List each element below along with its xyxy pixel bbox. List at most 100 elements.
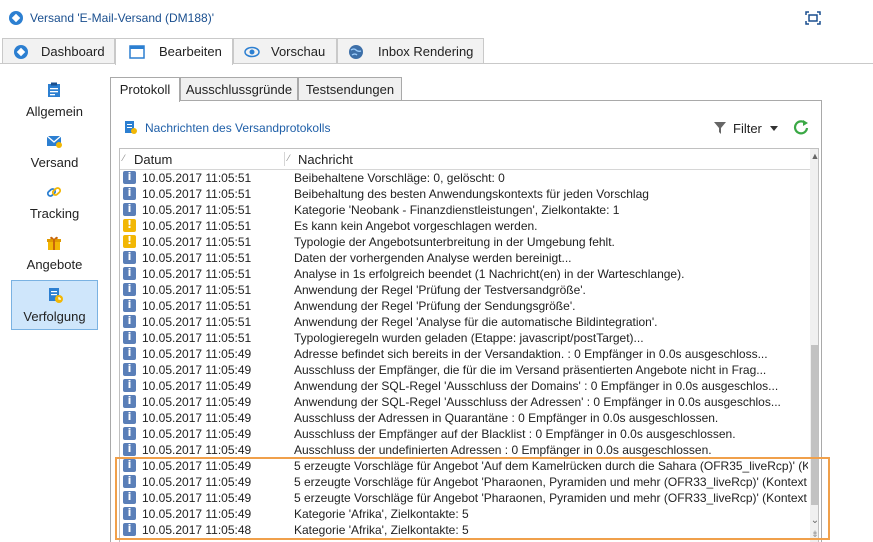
envelope-icon [46,135,62,148]
row-message: Ausschluss der Empfänger auf der Blackli… [294,427,736,441]
sidebar-item-allgemein[interactable]: Allgemein [11,76,98,126]
table-row[interactable]: i 10.05.2017 11:05:49 Ausschluss der undef… [120,442,808,458]
info-icon: i [123,410,136,424]
sub-tab-bar: Protokoll Ausschlussgründe Testsendungen [110,77,820,102]
table-row[interactable]: i 10.05.2017 11:05:49 Anwendung der SQL-Re… [120,394,808,410]
maximize-icon[interactable] [805,11,821,25]
table-row[interactable]: i 10.05.2017 11:05:49 Kategorie 'Afrika', … [120,506,808,522]
info-icon: i [123,202,136,216]
tab-testsendungen[interactable]: Testsendungen [298,77,402,100]
table-row[interactable]: i 10.05.2017 11:05:48 Kategorie 'Afrika', … [120,522,808,538]
tracking-log-icon [49,288,63,303]
tab-label: Inbox Rendering [378,44,474,59]
info-icon: i [123,426,136,440]
row-message: Daten der vorhergenden Analyse werden be… [294,251,572,265]
row-message: Ausschluss der undefinierten Adressen : … [294,443,712,457]
table-row[interactable]: ! 10.05.2017 11:05:51 Es kann kein Angebot… [120,218,808,234]
scroll-down-icon[interactable]: ⌄ [810,515,818,527]
info-icon: i [123,490,136,504]
scroll-thumb[interactable] [811,345,818,505]
row-date: 10.05.2017 11:05:51 [142,299,252,313]
table-row[interactable]: i 10.05.2017 11:05:49 Ausschluss der Empfä… [120,426,808,442]
column-header-nachricht[interactable]: Nachricht [298,152,353,167]
row-message: 5 erzeugte Vorschläge für Angebot 'Phara… [294,491,808,505]
vertical-scrollbar[interactable]: ▲ ⌄ ⇟ [810,149,818,542]
warning-icon: ! [123,234,136,248]
sidebar-item-versand[interactable]: Versand [11,127,98,177]
table-row[interactable]: ! 10.05.2017 11:05:51 Typologie der Angebo… [120,234,808,250]
row-message: Anwendung der Regel 'Analyse für die aut… [294,315,658,329]
table-row[interactable]: i 10.05.2017 11:05:49 5 erzeugte Vorschläg… [120,474,808,490]
info-icon: i [123,378,136,392]
table-row[interactable]: i 10.05.2017 11:05:51 Typologieregeln wurd… [120,330,808,346]
table-row[interactable]: i 10.05.2017 11:05:51 Kategorie 'Neobank -… [120,202,808,218]
clipboard-icon [48,82,60,97]
refresh-icon[interactable] [792,118,810,136]
sidebar-item-label: Angebote [26,257,83,272]
sidebar-item-tracking[interactable]: Tracking [11,178,98,228]
table-row[interactable]: i 10.05.2017 11:05:51 Anwendung der Regel … [120,282,808,298]
tab-label: Dashboard [41,44,105,59]
row-message: Adresse befindet sich bereits in der Ver… [294,347,768,361]
row-date: 10.05.2017 11:05:49 [142,459,252,473]
title-bar: Versand 'E-Mail-Versand (DM188)' [0,0,873,38]
tab-protokoll[interactable]: Protokoll [110,77,180,102]
dashboard-icon [14,45,28,59]
sidebar-item-label: Versand [30,155,79,170]
table-row[interactable]: i 10.05.2017 11:05:49 Adresse befindet sic… [120,346,808,362]
row-message: Anwendung der SQL-Regel 'Ausschluss der … [294,395,781,409]
row-message: 5 erzeugte Vorschläge für Angebot 'Auf d… [294,459,808,473]
row-date: 10.05.2017 11:05:49 [142,427,252,441]
column-divider[interactable] [284,152,285,166]
row-message: Kategorie 'Afrika', Zielkontakte: 5 [294,523,469,537]
table-row[interactable]: i 10.05.2017 11:05:49 5 erzeugte Vorschläg… [120,458,808,474]
info-icon: i [123,474,136,488]
row-date: 10.05.2017 11:05:49 [142,475,252,489]
table-row[interactable]: i 10.05.2017 11:05:51 Anwendung der Regel … [120,314,808,330]
sidebar-item-angebote[interactable]: Angebote [11,229,98,279]
table-row[interactable]: i 10.05.2017 11:05:51 Beibehaltene Vorschl… [120,170,808,186]
info-icon: i [123,266,136,280]
sidebar-item-label: Allgemein [25,104,84,119]
row-date: 10.05.2017 11:05:51 [142,203,252,217]
log-rows: i 10.05.2017 11:05:51 Beibehaltene Vorschl… [120,170,808,538]
column-header-datum[interactable]: Datum [134,152,172,167]
table-row[interactable]: i 10.05.2017 11:05:49 Ausschluss der Empfä… [120,362,808,378]
sort-indicator-icon: ⁄ [123,153,125,163]
tab-vorschau[interactable]: Vorschau [233,38,337,63]
tab-ausschlussgruende[interactable]: Ausschlussgründe [180,77,298,100]
table-row[interactable]: i 10.05.2017 11:05:51 Daten der vorhergend… [120,250,808,266]
row-date: 10.05.2017 11:05:51 [142,251,252,265]
info-icon: i [123,458,136,472]
row-date: 10.05.2017 11:05:51 [142,187,252,201]
sidebar-item-verfolgung[interactable]: Verfolgung [11,280,98,330]
filter-icon [714,122,726,134]
tab-dashboard[interactable]: Dashboard [2,38,115,63]
table-row[interactable]: i 10.05.2017 11:05:49 5 erzeugte Vorschläg… [120,490,808,506]
scroll-top-icon[interactable]: ▲ [810,151,818,161]
app-logo-icon [9,11,23,25]
table-header: ⁄ Datum ⁄ Nachricht [120,149,810,170]
row-date: 10.05.2017 11:05:49 [142,443,252,457]
info-icon: i [123,282,136,296]
row-message: Beibehaltene Vorschläge: 0, gelöscht: 0 [294,171,505,185]
row-date: 10.05.2017 11:05:51 [142,267,252,281]
row-date: 10.05.2017 11:05:51 [142,315,252,329]
table-row[interactable]: i 10.05.2017 11:05:51 Anwendung der Regel … [120,298,808,314]
info-icon: i [123,186,136,200]
scroll-end-icon[interactable]: ⇟ [810,529,818,541]
table-row[interactable]: i 10.05.2017 11:05:51 Beibehaltung des bes… [120,186,808,202]
table-row[interactable]: i 10.05.2017 11:05:49 Anwendung der SQL-Re… [120,378,808,394]
row-message: Ausschluss der Adressen in Quarantäne : … [294,411,719,425]
table-row[interactable]: i 10.05.2017 11:05:49 Ausschluss der Adres… [120,410,808,426]
info-icon: i [123,362,136,376]
table-row[interactable]: i 10.05.2017 11:05:51 Analyse in 1s erfolg… [120,266,808,282]
tab-label: Vorschau [271,44,326,59]
info-icon: i [123,442,136,456]
tab-inbox-rendering[interactable]: Inbox Rendering [337,38,484,63]
gift-icon [47,236,61,250]
tab-bearbeiten[interactable]: Bearbeiten [115,38,233,65]
row-date: 10.05.2017 11:05:51 [142,219,252,233]
filter-button[interactable]: Filter [714,120,782,138]
filter-label: Filter [733,121,762,136]
